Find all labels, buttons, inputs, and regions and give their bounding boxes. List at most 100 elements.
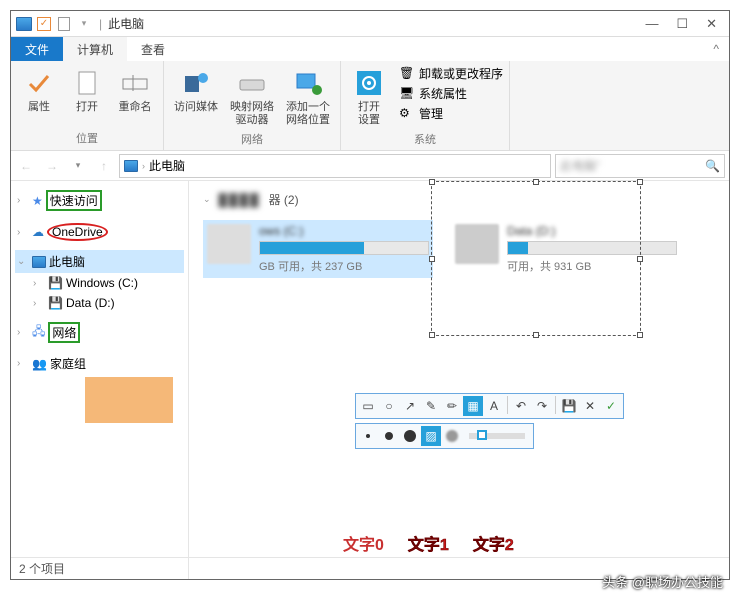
drive-icon: 💾 [48, 276, 63, 290]
ribbon-rename[interactable]: 重命名 [113, 65, 157, 128]
size-medium[interactable] [379, 426, 399, 446]
drive-c[interactable]: ows (C:) GB 可用，共 237 GB [203, 220, 433, 278]
checkmark-icon [23, 67, 55, 99]
star-icon: ★ [32, 194, 43, 208]
tool-rect[interactable]: ▭ [358, 396, 378, 416]
gear-icon [353, 67, 385, 99]
tab-computer[interactable]: 计算机 [63, 37, 127, 61]
tree-datad[interactable]: ›💾Data (D:) [15, 293, 184, 313]
drive-icon [207, 224, 251, 264]
search-input[interactable]: 此电脑" 🔍 [555, 154, 725, 178]
computer-icon [32, 256, 46, 268]
tool-redo[interactable]: ↷ [532, 396, 552, 416]
ribbon-add-netloc[interactable]: 添加一个 网络位置 [282, 65, 334, 129]
drive-usage-bar [507, 241, 677, 255]
address-path: 此电脑 [149, 157, 185, 174]
tree-windowsc[interactable]: ›💾Windows (C:) [15, 273, 184, 293]
tool-oval[interactable]: ○ [379, 396, 399, 416]
menubar: 文件 计算机 查看 ^ [11, 37, 729, 61]
minimize-button[interactable]: — [645, 16, 658, 32]
ribbon-access-media[interactable]: 访问媒体 [170, 65, 222, 129]
maximize-button[interactable]: ☐ [676, 16, 688, 32]
uninstall-icon: 🗑 [399, 66, 415, 82]
cloud-icon: ☁ [32, 225, 44, 239]
tree-thispc[interactable]: ⌄此电脑 [15, 250, 184, 273]
drive-icon [455, 224, 499, 264]
ribbon-properties[interactable]: 属性 [17, 65, 61, 128]
drive-icon [236, 67, 268, 99]
blur-style[interactable] [442, 426, 462, 446]
tool-arrow[interactable]: ↗ [400, 396, 420, 416]
search-placeholder: 此电脑" [560, 157, 600, 174]
tool-cancel[interactable]: ✕ [580, 396, 600, 416]
annotation-block [85, 377, 173, 423]
nav-sidebar: ›★快速访问 ›☁OneDrive ⌄此电脑 ›💾Windows (C:) ›💾… [11, 181, 189, 579]
tree-network[interactable]: ›🖧网络 [15, 319, 184, 346]
collapse-ribbon-button[interactable]: ^ [703, 37, 729, 61]
item-count: 2 个项目 [19, 560, 65, 577]
address-bar: ← → ▾ ↑ › 此电脑 此电脑" 🔍 [11, 151, 729, 181]
text-sample-1: 文字1 [408, 531, 449, 555]
tree-onedrive[interactable]: ›☁OneDrive [15, 220, 184, 244]
drive-icon: 💾 [48, 296, 63, 310]
mosaic-style[interactable]: ▨ [421, 426, 441, 446]
close-button[interactable]: ✕ [706, 16, 717, 32]
network-location-icon [292, 67, 324, 99]
text-style-samples: 文字0 文字1 文字2 [343, 531, 514, 555]
ribbon-manage[interactable]: ⚙管理 [399, 105, 503, 122]
ribbon-map-drive[interactable]: 映射网络 驱动器 [226, 65, 278, 129]
tool-save[interactable]: 💾 [559, 396, 579, 416]
ribbon-uninstall[interactable]: 🗑卸载或更改程序 [399, 65, 503, 82]
up-button[interactable]: ↑ [93, 155, 115, 177]
ribbon-group-location: 位置 [17, 128, 157, 146]
drive-d[interactable]: Data (D:) 可用，共 931 GB [451, 220, 681, 278]
forward-button[interactable]: → [41, 155, 63, 177]
history-dropdown[interactable]: ▾ [67, 155, 89, 177]
tree-homegroup[interactable]: ›👥家庭组 [15, 352, 184, 375]
address-input[interactable]: › 此电脑 [119, 154, 551, 178]
window-title: 此电脑 [108, 15, 144, 32]
text-sample-2: 文字2 [473, 531, 514, 555]
content-area: ⌄ ████ 器 (2) ows (C:) GB 可用，共 237 GB Da [189, 181, 729, 579]
computer-icon [124, 160, 138, 172]
document-icon [71, 67, 103, 99]
ribbon: 属性 打开 重命名 位置 访问媒体 [11, 61, 729, 151]
tool-marker[interactable]: ✏ [442, 396, 462, 416]
titlebar: ✓ ▾ | 此电脑 — ☐ ✕ [11, 11, 729, 37]
ribbon-group-network: 网络 [170, 129, 334, 147]
ribbon-open[interactable]: 打开 [65, 65, 109, 128]
drive-usage-bar [259, 241, 429, 255]
back-button[interactable]: ← [15, 155, 37, 177]
qat-document-icon[interactable] [55, 15, 73, 33]
tab-view[interactable]: 查看 [127, 37, 179, 61]
homegroup-icon: 👥 [32, 357, 47, 371]
computer-icon [15, 15, 33, 33]
tree-quickaccess[interactable]: ›★快速访问 [15, 187, 184, 214]
content-header[interactable]: ⌄ ████ 器 (2) [203, 191, 715, 208]
network-icon: 🖧 [32, 322, 45, 343]
size-large[interactable] [400, 426, 420, 446]
media-icon [180, 67, 212, 99]
ribbon-group-system: 系统 [347, 129, 503, 147]
ribbon-open-settings[interactable]: 打开 设置 [347, 65, 391, 129]
properties-icon: 🖥 [399, 86, 415, 102]
tool-undo[interactable]: ↶ [511, 396, 531, 416]
tool-pen[interactable]: ✎ [421, 396, 441, 416]
tab-file[interactable]: 文件 [11, 37, 63, 61]
text-sample-0: 文字0 [343, 531, 384, 555]
rename-icon [119, 67, 151, 99]
tool-mosaic[interactable]: ▦ [463, 396, 483, 416]
tool-confirm[interactable]: ✓ [601, 396, 621, 416]
search-icon: 🔍 [705, 159, 720, 173]
watermark: 头条 @职场办公技能 [602, 572, 723, 591]
manage-icon: ⚙ [399, 106, 415, 122]
separator: | [99, 17, 102, 31]
qat-dropdown-icon[interactable]: ▾ [75, 15, 93, 33]
ribbon-sysprops[interactable]: 🖥系统属性 [399, 85, 503, 102]
qat-check-icon[interactable]: ✓ [35, 15, 53, 33]
tool-text[interactable]: A [484, 396, 504, 416]
size-slider[interactable] [469, 433, 525, 439]
brush-size-toolbar: ▨ [355, 423, 534, 449]
size-small[interactable] [358, 426, 378, 446]
annotation-toolbar: ▭ ○ ↗ ✎ ✏ ▦ A ↶ ↷ 💾 ✕ ✓ [355, 393, 624, 419]
